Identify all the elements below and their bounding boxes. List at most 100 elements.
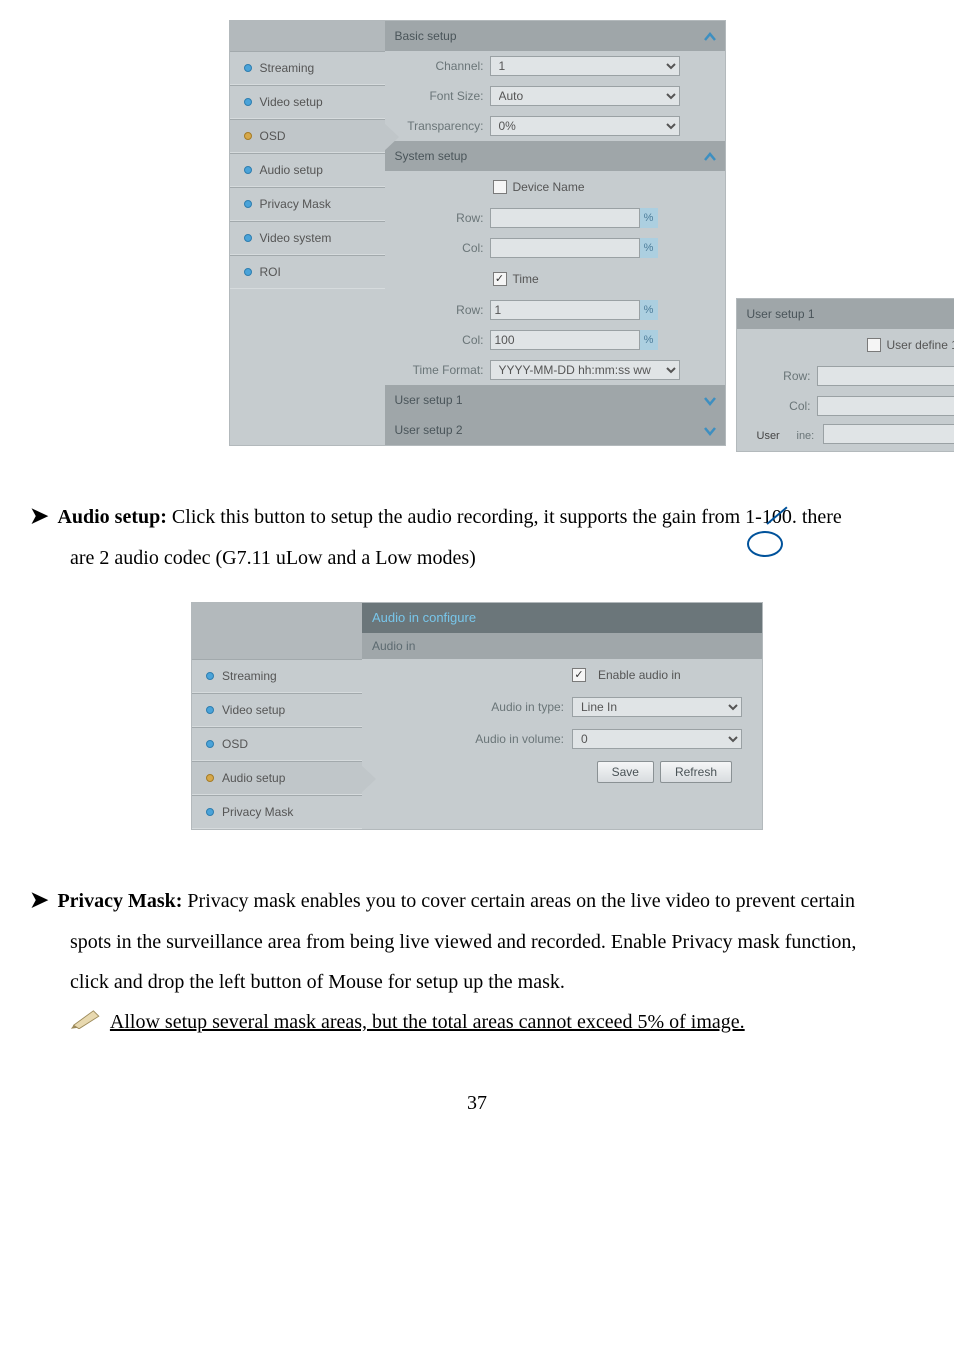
enable-audio-checkbox[interactable]: ✓ bbox=[572, 668, 586, 682]
audio-config-panel: Streaming Video setup OSD Audio setup Pr… bbox=[191, 602, 763, 830]
sidebar-item-video-system[interactable]: Video system bbox=[230, 221, 385, 255]
chevron-down-icon bbox=[703, 422, 717, 446]
row-input[interactable] bbox=[490, 208, 640, 228]
sidebar-item-label: Video system bbox=[260, 226, 332, 250]
basic-setup-heading[interactable]: Basic setup bbox=[385, 21, 725, 51]
section-label: User setup 2 bbox=[395, 418, 463, 442]
user-setup1-popup: User setup 1 User define 1: Row: % Col: bbox=[736, 298, 954, 452]
sidebar-item-streaming[interactable]: Streaming bbox=[230, 51, 385, 85]
sidebar-item-label: Streaming bbox=[260, 56, 315, 80]
time-col-input[interactable] bbox=[490, 330, 640, 350]
chevron-down-icon bbox=[703, 392, 717, 416]
sidebar-item-label: Video setup bbox=[222, 698, 285, 722]
sidebar-blank-header bbox=[230, 21, 385, 51]
dot-icon bbox=[244, 98, 252, 106]
arrow-bullet-icon: ➤ bbox=[30, 503, 48, 528]
audio-configure-heading: Audio in configure bbox=[362, 603, 762, 633]
dot-icon bbox=[206, 808, 214, 816]
sidebar-item-audio-setup[interactable]: Audio setup bbox=[192, 761, 362, 795]
sidebar-item-video-setup[interactable]: Video setup bbox=[230, 85, 385, 119]
fontsize-label: Font Size: bbox=[385, 84, 490, 108]
timeformat-select[interactable]: YYYY-MM-DD hh:mm:ss ww bbox=[490, 360, 680, 380]
dot-icon bbox=[206, 740, 214, 748]
sidebar-item-label: Privacy Mask bbox=[260, 192, 331, 216]
audio-in-subheading: Audio in bbox=[362, 633, 762, 659]
col-input[interactable] bbox=[490, 238, 640, 258]
dot-icon bbox=[206, 672, 214, 680]
audio-setup-text2: are 2 audio codec (G7.11 uLow and a Low … bbox=[70, 538, 924, 578]
time-col-label: Col: bbox=[385, 328, 490, 352]
sidebar-item-privacy-mask[interactable]: Privacy Mask bbox=[192, 795, 362, 829]
sidebar-item-osd[interactable]: OSD bbox=[230, 119, 385, 153]
sidebar-blank-header bbox=[192, 603, 362, 659]
refresh-button[interactable]: Refresh bbox=[660, 761, 732, 783]
section-label: User setup 1 bbox=[395, 388, 463, 412]
userdefine-input[interactable] bbox=[823, 424, 954, 444]
row-unit: % bbox=[640, 208, 658, 228]
audio-volume-label: Audio in volume: bbox=[362, 727, 572, 751]
privacy-mask-text1: Privacy mask enables you to cover certai… bbox=[182, 890, 855, 912]
channel-label: Channel: bbox=[385, 54, 490, 78]
audio-setup-heading: Audio setup: bbox=[57, 506, 166, 528]
popup-col-label: Col: bbox=[737, 394, 817, 418]
dot-icon bbox=[206, 774, 214, 782]
popup-row-input[interactable] bbox=[817, 366, 954, 386]
audio-type-select[interactable]: Line In bbox=[572, 697, 742, 717]
time-label: Time bbox=[513, 267, 539, 291]
fontsize-select[interactable]: Auto bbox=[490, 86, 680, 106]
col-label: Col: bbox=[385, 236, 490, 260]
dot-icon bbox=[206, 706, 214, 714]
sidebar-item-label: Streaming bbox=[222, 664, 277, 688]
osd-config-panel: Streaming Video setup OSD Audio setup Pr… bbox=[229, 20, 726, 446]
transparency-select[interactable]: 0% bbox=[490, 116, 680, 136]
channel-select[interactable]: 1 bbox=[490, 56, 680, 76]
osd-content: Basic setup Channel: 1 Font Size: bbox=[385, 21, 725, 445]
sidebar2: Streaming Video setup OSD Audio setup Pr… bbox=[192, 603, 362, 829]
devicename-checkbox[interactable] bbox=[493, 180, 507, 194]
privacy-mask-text3: click and drop the left button of Mouse … bbox=[70, 962, 924, 1002]
time-checkbox[interactable]: ✓ bbox=[493, 272, 507, 286]
dot-icon bbox=[244, 234, 252, 242]
pencil-icon bbox=[70, 1003, 106, 1043]
userdefine-checkbox[interactable] bbox=[867, 338, 881, 352]
dot-icon bbox=[244, 64, 252, 72]
sidebar-item-roi[interactable]: ROI bbox=[230, 255, 385, 289]
dot-icon bbox=[244, 132, 252, 140]
sidebar-item-label: OSD bbox=[260, 124, 286, 148]
audio-volume-select[interactable]: 0 bbox=[572, 729, 742, 749]
time-col-unit: % bbox=[640, 330, 658, 350]
dot-icon bbox=[244, 268, 252, 276]
popup-col-input[interactable] bbox=[817, 396, 954, 416]
devicename-label: Device Name bbox=[513, 175, 585, 199]
sidebar-item-video-setup[interactable]: Video setup bbox=[192, 693, 362, 727]
col-unit: % bbox=[640, 238, 658, 258]
time-row-unit: % bbox=[640, 300, 658, 320]
time-row-input[interactable] bbox=[490, 300, 640, 320]
sidebar-item-osd[interactable]: OSD bbox=[192, 727, 362, 761]
arrow-bullet-icon: ➤ bbox=[30, 887, 48, 912]
privacy-mask-note: Allow setup several mask areas, but the … bbox=[110, 1011, 745, 1033]
sidebar-item-label: Audio setup bbox=[222, 766, 285, 790]
privacy-mask-heading: Privacy Mask: bbox=[57, 890, 182, 912]
callout-circle bbox=[747, 531, 783, 557]
sidebar-item-streaming[interactable]: Streaming bbox=[192, 659, 362, 693]
user-setup1-heading[interactable]: User setup 1 bbox=[385, 385, 725, 415]
sidebar-item-label: Privacy Mask bbox=[222, 800, 293, 824]
sidebar-item-label: ROI bbox=[260, 260, 281, 284]
sidebar-item-privacy-mask[interactable]: Privacy Mask bbox=[230, 187, 385, 221]
user-setup2-heading[interactable]: User setup 2 bbox=[385, 415, 725, 445]
popup-heading[interactable]: User setup 1 bbox=[737, 299, 954, 329]
section-label: User setup 1 bbox=[747, 302, 815, 326]
sidebar-item-label: Video setup bbox=[260, 90, 323, 114]
audio-content: Audio in configure Audio in ✓ Enable aud… bbox=[362, 603, 762, 829]
chevron-up-icon bbox=[703, 148, 717, 172]
row-label: Row: bbox=[385, 206, 490, 230]
save-button[interactable]: Save bbox=[597, 761, 654, 783]
userdefine-label: User define 1: bbox=[887, 333, 954, 357]
audio-setup-text1: Click this button to setup the audio rec… bbox=[167, 506, 842, 528]
sidebar-item-audio-setup[interactable]: Audio setup bbox=[230, 153, 385, 187]
audio-type-label: Audio in type: bbox=[362, 695, 572, 719]
system-setup-heading[interactable]: System setup bbox=[385, 141, 725, 171]
chevron-up-icon bbox=[703, 28, 717, 52]
transparency-label: Transparency: bbox=[385, 114, 490, 138]
